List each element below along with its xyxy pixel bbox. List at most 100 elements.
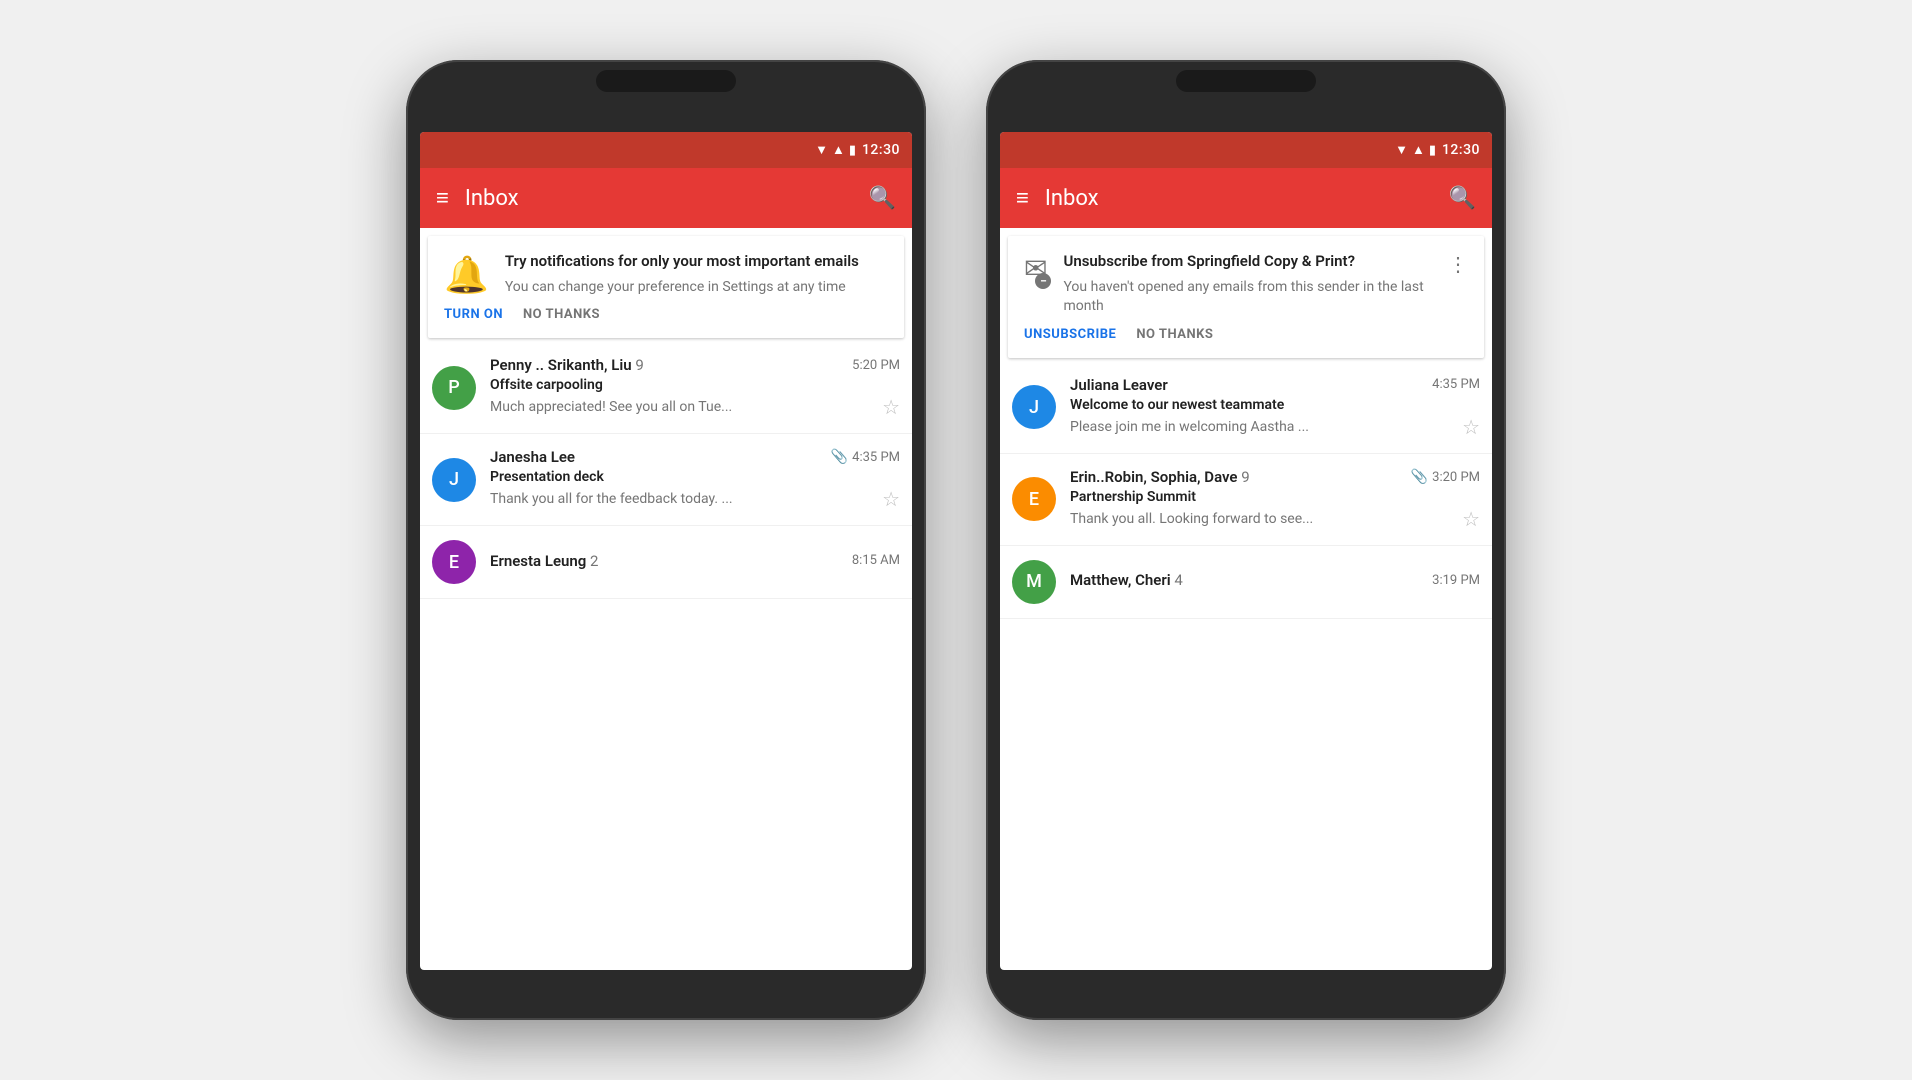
no-thanks-button-left[interactable]: NO THANKS [523,307,600,322]
email-count-right-1: 9 [1241,468,1249,486]
phone-screen-right: ▼ ▲ ▮ 12:30 ≡ Inbox 🔍 ✉ − Unsubscribe fr… [1000,132,1492,970]
paperclip-icon-right-1: 📎 [1411,469,1428,485]
unsubscribe-card: ✉ − Unsubscribe from Springfield Copy & … [1008,236,1484,358]
battery-icon-left: ▮ [849,143,856,158]
email-sender-right-2: Matthew, Cheri 4 [1070,571,1183,589]
phone-speaker-left [596,70,736,92]
status-time-right: 12:30 [1442,142,1480,158]
email-top-right-1: Erin..Robin, Sophia, Dave 9 📎3:20 PM [1070,468,1480,486]
email-top-left-1: Janesha Lee 📎4:35 PM [490,448,900,466]
card-body-right: You haven't opened any emails from this … [1063,278,1432,317]
phone-speaker-right [1176,70,1316,92]
email-count-left-2: 2 [590,552,598,570]
avatar-right-2: M [1012,560,1056,604]
unsubscribe-button[interactable]: UNSUBSCRIBE [1024,327,1116,342]
more-options-icon[interactable]: ⋮ [1448,252,1468,276]
email-preview-row-right-0: Please join me in welcoming Aastha ... ☆ [1070,415,1480,439]
email-sender-left-0: Penny .. Srikanth, Liu 9 [490,356,644,374]
unsubscribe-badge: − [1035,273,1051,289]
status-bar-right: ▼ ▲ ▮ 12:30 [1000,132,1492,168]
email-content-left-0: Penny .. Srikanth, Liu 9 5:20 PM Offsite… [490,356,900,419]
email-subject-right-1: Partnership Summit [1070,489,1480,505]
card-header-left: 🔔 Try notifications for only your most i… [444,252,888,297]
email-item-right-2[interactable]: M Matthew, Cheri 4 3:19 PM [1000,546,1492,619]
avatar-right-1: E [1012,477,1056,521]
email-time-left-1: 📎4:35 PM [831,449,900,465]
email-content-right-2: Matthew, Cheri 4 3:19 PM [1070,571,1480,592]
email-top-right-0: Juliana Leaver 4:35 PM [1070,376,1480,394]
email-content-left-1: Janesha Lee 📎4:35 PM Presentation deck T… [490,448,900,511]
search-icon-right[interactable]: 🔍 [1449,186,1476,211]
paperclip-icon-left-1: 📎 [831,449,848,465]
card-header-right: ✉ − Unsubscribe from Springfield Copy & … [1024,252,1468,317]
email-item-left-0[interactable]: P Penny .. Srikanth, Liu 9 5:20 PM Offsi… [420,342,912,434]
email-item-right-1[interactable]: E Erin..Robin, Sophia, Dave 9 📎3:20 PM P… [1000,454,1492,546]
email-content-left-2: Ernesta Leung 2 8:15 AM [490,552,900,573]
card-text-left: Try notifications for only your most imp… [505,252,888,297]
email-preview-right-0: Please join me in welcoming Aastha ... [1070,419,1309,435]
star-icon-left-0[interactable]: ☆ [882,395,900,419]
email-count-left-0: 9 [635,356,643,374]
card-actions-right: UNSUBSCRIBE NO THANKS [1024,327,1468,342]
inbox-title-right: Inbox [1045,186,1433,211]
email-content-right-1: Erin..Robin, Sophia, Dave 9 📎3:20 PM Par… [1070,468,1480,531]
status-icons-right: ▼ ▲ ▮ [1395,142,1436,158]
email-minus-icon: ✉ − [1024,252,1047,285]
email-preview-row-right-1: Thank you all. Looking forward to see...… [1070,507,1480,531]
email-count-right-2: 4 [1174,571,1182,589]
star-icon-right-1[interactable]: ☆ [1462,507,1480,531]
email-subject-left-0: Offsite carpooling [490,377,900,393]
email-time-left-2: 8:15 AM [852,553,900,568]
avatar-left-1: J [432,458,476,502]
notification-card-left: 🔔 Try notifications for only your most i… [428,236,904,338]
wifi-icon-right: ▼ [1395,142,1408,158]
status-time-left: 12:30 [862,142,900,158]
search-icon-left[interactable]: 🔍 [869,186,896,211]
email-time-right-1: 📎3:20 PM [1411,469,1480,485]
email-preview-row-left-1: Thank you all for the feedback today. ..… [490,487,900,511]
email-subject-right-0: Welcome to our newest teammate [1070,397,1480,413]
email-sender-right-0: Juliana Leaver [1070,376,1168,394]
app-bar-right: ≡ Inbox 🔍 [1000,168,1492,228]
card-body-left: You can change your preference in Settin… [505,278,888,298]
avatar-left-2: E [432,540,476,584]
email-item-left-2[interactable]: E Ernesta Leung 2 8:15 AM [420,526,912,599]
email-subject-left-1: Presentation deck [490,469,900,485]
email-item-left-1[interactable]: J Janesha Lee 📎4:35 PM Presentation deck… [420,434,912,526]
email-time-right-0: 4:35 PM [1432,377,1480,392]
card-title-left: Try notifications for only your most imp… [505,252,888,272]
status-icons-left: ▼ ▲ ▮ [815,142,856,158]
phone-screen-left: ▼ ▲ ▮ 12:30 ≡ Inbox 🔍 🔔 Try notification… [420,132,912,970]
email-time-left-0: 5:20 PM [852,358,900,373]
email-item-right-0[interactable]: J Juliana Leaver 4:35 PM Welcome to our … [1000,362,1492,454]
inbox-title-left: Inbox [465,186,853,211]
email-list-left: P Penny .. Srikanth, Liu 9 5:20 PM Offsi… [420,342,912,599]
email-sender-left-2: Ernesta Leung 2 [490,552,598,570]
bell-icon-left: 🔔 [444,254,489,296]
avatar-left-0: P [432,366,476,410]
card-actions-left: TURN ON NO THANKS [444,307,888,322]
email-sender-right-1: Erin..Robin, Sophia, Dave 9 [1070,468,1250,486]
star-icon-right-0[interactable]: ☆ [1462,415,1480,439]
email-top-left-2: Ernesta Leung 2 8:15 AM [490,552,900,570]
wifi-icon-left: ▼ [815,142,828,158]
battery-icon-right: ▮ [1429,143,1436,158]
email-preview-left-1: Thank you all for the feedback today. ..… [490,491,733,507]
phone-left: ▼ ▲ ▮ 12:30 ≡ Inbox 🔍 🔔 Try notification… [406,60,926,1020]
email-preview-left-0: Much appreciated! See you all on Tue... [490,399,732,415]
email-content-right-0: Juliana Leaver 4:35 PM Welcome to our ne… [1070,376,1480,439]
avatar-right-0: J [1012,385,1056,429]
phone-right: ▼ ▲ ▮ 12:30 ≡ Inbox 🔍 ✉ − Unsubscribe fr… [986,60,1506,1020]
turn-on-button[interactable]: TURN ON [444,307,503,322]
signal-icon-left: ▲ [832,142,845,158]
email-sender-left-1: Janesha Lee [490,448,575,466]
email-top-right-2: Matthew, Cheri 4 3:19 PM [1070,571,1480,589]
email-preview-right-1: Thank you all. Looking forward to see... [1070,511,1313,527]
star-icon-left-1[interactable]: ☆ [882,487,900,511]
email-time-right-2: 3:19 PM [1432,573,1480,588]
no-thanks-button-right[interactable]: NO THANKS [1136,327,1213,342]
email-preview-row-left-0: Much appreciated! See you all on Tue... … [490,395,900,419]
signal-icon-right: ▲ [1412,142,1425,158]
hamburger-icon-left[interactable]: ≡ [436,185,449,211]
hamburger-icon-right[interactable]: ≡ [1016,185,1029,211]
